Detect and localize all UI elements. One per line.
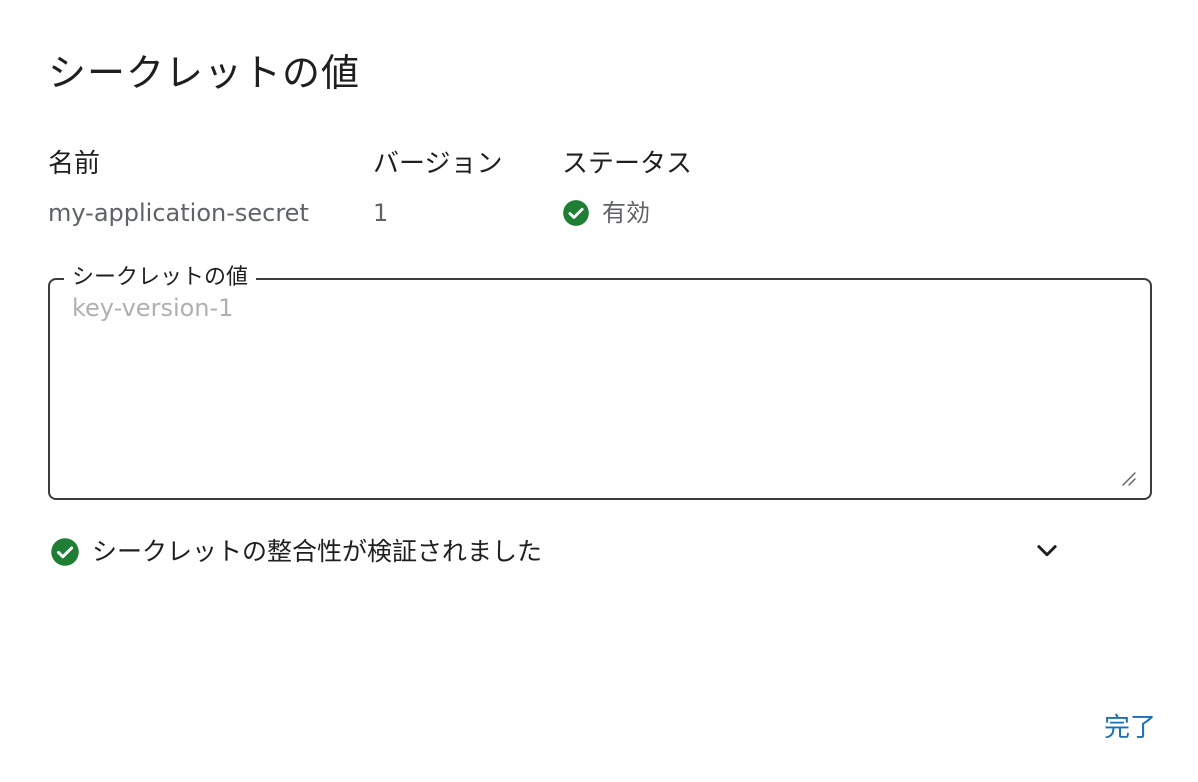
status-label: ステータス xyxy=(562,149,693,179)
name-value: my-application-secret xyxy=(48,199,309,227)
name-column: 名前 my-application-secret xyxy=(48,146,309,230)
secret-value-textarea[interactable] xyxy=(72,294,1112,474)
done-button[interactable]: 完了 xyxy=(1088,706,1172,750)
check-circle-icon xyxy=(50,537,80,567)
version-label: バージョン xyxy=(373,149,503,179)
check-circle-icon xyxy=(562,199,590,227)
status-value: 有効 xyxy=(562,196,692,230)
secret-value-label: シークレットの値 xyxy=(64,263,257,293)
name-label: 名前 xyxy=(48,149,101,179)
status-column: ステータス 有効 xyxy=(562,146,692,230)
dialog-title: シークレットの値 xyxy=(48,51,361,95)
version-value: 1 xyxy=(373,199,389,227)
integrity-verification[interactable]: シークレットの整合性が検証されました xyxy=(50,530,1080,570)
status-text: 有効 xyxy=(602,199,650,227)
resize-handle-icon[interactable] xyxy=(1120,470,1136,486)
verification-text: シークレットの整合性が検証されました xyxy=(92,537,543,566)
secret-value-dialog: シークレットの値 名前 my-application-secret バージョン … xyxy=(0,0,1198,782)
version-column: バージョン 1 xyxy=(373,146,502,230)
chevron-down-icon[interactable] xyxy=(1032,536,1062,566)
secret-value-field: シークレットの値 xyxy=(48,263,1152,500)
